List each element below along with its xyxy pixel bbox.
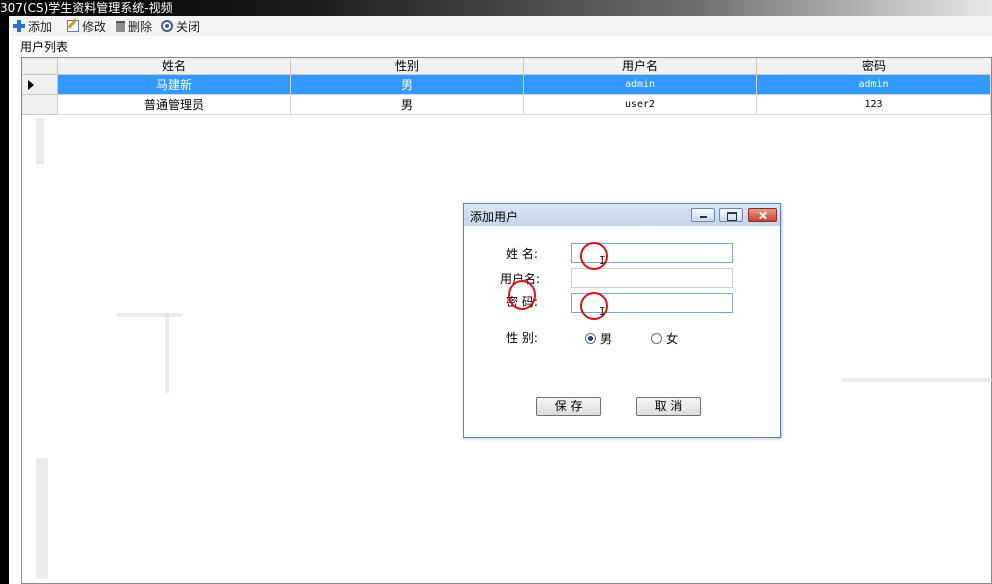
- cell-username[interactable]: user2: [524, 95, 757, 115]
- annotation-circle: [508, 280, 536, 310]
- gender-label: 性 别:: [506, 331, 538, 345]
- window-left-edge: [0, 0, 9, 584]
- edit-button[interactable]: 修改: [67, 17, 106, 35]
- text-cursor-icon: I: [599, 254, 606, 267]
- minimize-button[interactable]: [691, 208, 715, 222]
- cell-password[interactable]: 123: [757, 95, 991, 115]
- grid-corner: [22, 58, 58, 75]
- column-header-username[interactable]: 用户名: [524, 58, 757, 75]
- trash-icon: [116, 20, 125, 32]
- text-cursor-icon: I: [599, 305, 606, 318]
- cell-name[interactable]: 马建新: [58, 75, 291, 95]
- background-artifact: [842, 378, 992, 382]
- column-header-name[interactable]: 姓名: [58, 58, 291, 75]
- background-artifact: [36, 118, 44, 164]
- close-button-label: 关闭: [176, 19, 201, 34]
- table-row[interactable]: 马建新 男 admin admin: [58, 75, 991, 95]
- edit-icon: [67, 20, 79, 32]
- save-button[interactable]: 保 存: [536, 397, 601, 416]
- cell-gender[interactable]: 男: [291, 95, 524, 115]
- gender-radio-male[interactable]: 男: [585, 330, 612, 347]
- dialog-body: 姓 名: 用户名: 密 码: 性 别: 男 女 保 存 取 消: [464, 226, 780, 437]
- cell-username[interactable]: admin: [524, 75, 757, 95]
- window-title: 307(CS)学生资料管理系统-视频: [0, 1, 173, 15]
- username-field[interactable]: [571, 268, 733, 288]
- table-row[interactable]: 普通管理员 男 user2 123: [58, 95, 991, 115]
- dialog-titlebar[interactable]: 添加用户: [464, 204, 780, 226]
- gender-female-label: 女: [666, 332, 679, 346]
- maximize-button[interactable]: [719, 208, 743, 222]
- close-circle-icon: [161, 20, 173, 32]
- dialog-title: 添加用户: [470, 210, 519, 224]
- row-pointer-icon: [28, 80, 34, 90]
- cell-gender[interactable]: 男: [291, 75, 524, 95]
- radio-selected-icon: [585, 333, 596, 344]
- toolbar: 添加 修改 删除 关闭: [9, 16, 992, 36]
- plus-icon: [13, 20, 25, 32]
- grid-header: 姓名 性别 用户名 密码: [58, 58, 991, 75]
- delete-button[interactable]: 删除: [116, 17, 152, 35]
- radio-unselected-icon: [651, 333, 662, 344]
- dialog-close-button[interactable]: [748, 208, 777, 222]
- gender-male-label: 男: [600, 332, 613, 346]
- add-user-dialog[interactable]: 添加用户 姓 名: 用户名: 密 码: 性 别: 男 女 保 存 取 消: [463, 203, 781, 438]
- name-label: 姓 名:: [506, 247, 538, 261]
- column-header-gender[interactable]: 性别: [291, 58, 524, 75]
- cell-name[interactable]: 普通管理员: [58, 95, 291, 115]
- delete-button-label: 删除: [128, 19, 153, 34]
- background-artifact: [36, 458, 48, 578]
- gender-radio-female[interactable]: 女: [651, 330, 678, 347]
- background-artifact: [117, 313, 182, 317]
- column-header-password[interactable]: 密码: [757, 58, 991, 75]
- add-button-label: 添加: [28, 19, 53, 34]
- close-button[interactable]: 关闭: [161, 17, 200, 35]
- cell-password[interactable]: admin: [757, 75, 991, 95]
- cancel-button[interactable]: 取 消: [636, 397, 701, 416]
- row-header[interactable]: [22, 95, 58, 115]
- edit-button-label: 修改: [82, 19, 107, 34]
- window-titlebar: 307(CS)学生资料管理系统-视频: [0, 0, 992, 16]
- background-artifact: [165, 313, 169, 393]
- group-label-user-list: 用户列表: [20, 40, 69, 54]
- add-button[interactable]: 添加: [13, 17, 52, 35]
- row-header-selected[interactable]: [22, 75, 58, 95]
